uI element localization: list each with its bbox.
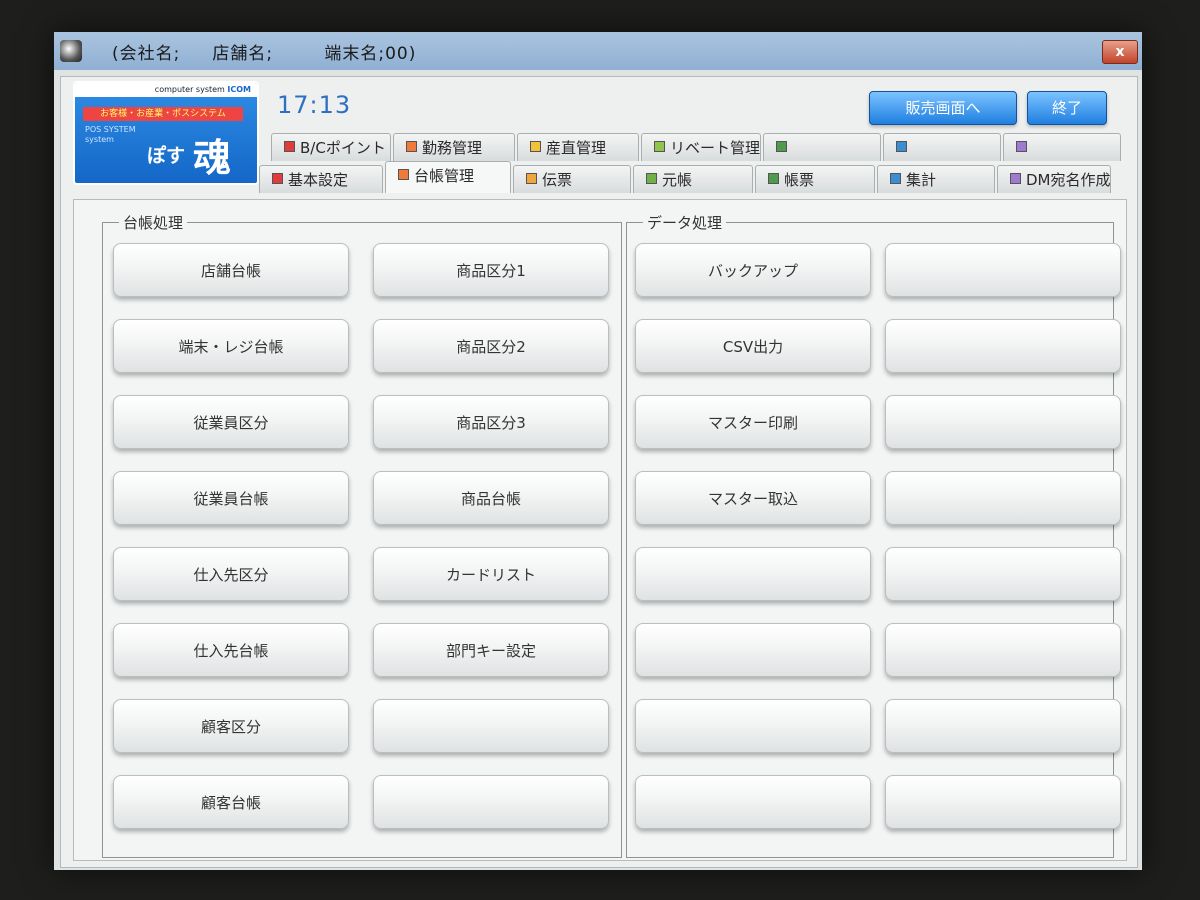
data-group-col1-button-7[interactable]	[635, 775, 871, 829]
data-group-col2-button-5[interactable]	[885, 623, 1121, 677]
data-group-col1-button-3[interactable]: マスター取込	[635, 471, 871, 525]
ledger-group-col2-button-3[interactable]: 商品台帳	[373, 471, 609, 525]
ledger-group-col1-button-7[interactable]: 顧客台帳	[113, 775, 349, 829]
clock: 17:13	[277, 91, 352, 119]
logo-top-text: computer system	[154, 85, 225, 94]
tab-color-marker-icon	[406, 141, 417, 152]
tab-color-marker-icon	[284, 141, 295, 152]
tab-row2-3[interactable]: 元帳	[633, 165, 753, 193]
tab-row2-5[interactable]: 集計	[877, 165, 995, 193]
tab-label: 勤務管理	[422, 139, 483, 157]
tab-color-marker-icon	[1010, 173, 1021, 184]
data-group-col2-button-0[interactable]	[885, 243, 1121, 297]
tab-color-marker-icon	[896, 141, 907, 152]
title-bar: (会社名; 店舗名; 端末名;00) x	[54, 32, 1142, 70]
data-group-col2-button-7[interactable]	[885, 775, 1121, 829]
tab-row2-6[interactable]: DM宛名作成	[997, 165, 1111, 193]
ledger-management-panel: 台帳処理 店舗台帳端末・レジ台帳 従業員区分従業員台帳仕入先区分仕入先台帳顧客区分…	[73, 199, 1127, 861]
app-icon[interactable]	[60, 40, 82, 62]
tab-label: DM宛名作成	[1026, 171, 1111, 189]
tab-row2-2[interactable]: 伝票	[513, 165, 631, 193]
tab-label: 元帳	[662, 171, 693, 189]
logo-small-line1: POS SYSTEM	[85, 125, 136, 134]
tab-row1-2[interactable]: 産直管理	[517, 133, 639, 161]
ledger-group-col2-button-2[interactable]: 商品区分3	[373, 395, 609, 449]
tab-label: 集計	[906, 171, 937, 189]
tab-color-marker-icon	[272, 173, 283, 184]
tab-row2-0[interactable]: 基本設定	[259, 165, 383, 193]
data-group-col2-button-3[interactable]	[885, 471, 1121, 525]
ledger-group-col1-button-0[interactable]: 店舗台帳	[113, 243, 349, 297]
ledger-processing-group: 台帳処理 店舗台帳端末・レジ台帳 従業員区分従業員台帳仕入先区分仕入先台帳顧客区分…	[102, 212, 622, 858]
ledger-processing-legend: 台帳処理	[119, 212, 188, 233]
tab-color-marker-icon	[646, 173, 657, 184]
close-button[interactable]: x	[1102, 40, 1138, 64]
ledger-group-col2-button-1[interactable]: 商品区分2	[373, 319, 609, 373]
window-title: (会社名; 店舗名; 端末名;00)	[112, 43, 417, 64]
screen: (会社名; 店舗名; 端末名;00) x computer system ICO…	[54, 32, 1142, 870]
tab-row1-0[interactable]: B/Cポイント	[271, 133, 391, 161]
tab-row1-5[interactable]	[883, 133, 1001, 161]
tab-label: 帳票	[784, 171, 815, 189]
logo: computer system ICOM お客様・お産業・ポスシステム POS …	[73, 81, 259, 185]
ledger-group-col1-button-4[interactable]: 仕入先区分	[113, 547, 349, 601]
data-group-col1-button-5[interactable]	[635, 623, 871, 677]
logo-small-line2: system	[85, 135, 114, 144]
data-processing-group: データ処理 バックアップ CSV出力マスター印刷 マスター取込	[626, 212, 1121, 858]
data-group-col1-button-0[interactable]: バックアップ	[635, 243, 871, 297]
tab-row1-1[interactable]: 勤務管理	[393, 133, 515, 161]
tab-row2-4[interactable]: 帳票	[755, 165, 875, 193]
data-group-col1-button-6[interactable]	[635, 699, 871, 753]
logo-main-char: 魂	[193, 136, 232, 180]
tab-label: リベート管理	[670, 139, 761, 157]
data-processing-legend: データ処理	[643, 212, 727, 233]
logo-pos-text: ぽす	[147, 145, 186, 167]
main-window: computer system ICOM お客様・お産業・ポスシステム POS …	[60, 76, 1138, 868]
data-group-col2-button-2[interactable]	[885, 395, 1121, 449]
exit-button[interactable]: 終了	[1027, 91, 1107, 125]
ledger-group-col1-button-5[interactable]: 仕入先台帳	[113, 623, 349, 677]
tab-row1-6[interactable]	[1003, 133, 1121, 161]
ledger-group-col1-button-1[interactable]: 端末・レジ台帳	[113, 319, 349, 373]
logo-red-strip: お客様・お産業・ポスシステム	[83, 107, 243, 121]
tab-color-marker-icon	[530, 141, 541, 152]
tab-row2-1[interactable]: 台帳管理	[385, 161, 511, 193]
data-group-col2-button-4[interactable]	[885, 547, 1121, 601]
tab-label: B/Cポイント	[300, 139, 386, 157]
ledger-group-col2-button-0[interactable]: 商品区分1	[373, 243, 609, 297]
tab-row1-3[interactable]: リベート管理	[641, 133, 761, 161]
tab-color-marker-icon	[654, 141, 665, 152]
sales-screen-button[interactable]: 販売画面へ	[869, 91, 1017, 125]
tab-label: 台帳管理	[414, 167, 475, 185]
tab-color-marker-icon	[768, 173, 779, 184]
tab-color-marker-icon	[890, 173, 901, 184]
tab-color-marker-icon	[776, 141, 787, 152]
ledger-group-col2-button-7[interactable]	[373, 775, 609, 829]
ledger-group-col2-button-5[interactable]: 部門キー設定	[373, 623, 609, 677]
data-group-col2-button-6[interactable]	[885, 699, 1121, 753]
tab-row1-4[interactable]	[763, 133, 881, 161]
data-group-col1-button-2[interactable]: マスター印刷	[635, 395, 871, 449]
tab-color-marker-icon	[398, 169, 409, 180]
data-group-col2-button-1[interactable]	[885, 319, 1121, 373]
ledger-group-col2-button-6[interactable]	[373, 699, 609, 753]
tab-label: 基本設定	[288, 171, 349, 189]
ledger-group-col1-button-6[interactable]: 顧客区分	[113, 699, 349, 753]
tab-color-marker-icon	[1016, 141, 1027, 152]
tab-label: 伝票	[542, 171, 573, 189]
data-group-col1-button-4[interactable]	[635, 547, 871, 601]
tab-label: 産直管理	[546, 139, 607, 157]
ledger-group-col1-button-3[interactable]: 従業員台帳	[113, 471, 349, 525]
logo-brand: ICOM	[227, 85, 251, 94]
tab-color-marker-icon	[526, 173, 537, 184]
ledger-group-col2-button-4[interactable]: カードリスト	[373, 547, 609, 601]
data-group-col1-button-1[interactable]: CSV出力	[635, 319, 871, 373]
ledger-group-col1-button-2[interactable]: 従業員区分	[113, 395, 349, 449]
